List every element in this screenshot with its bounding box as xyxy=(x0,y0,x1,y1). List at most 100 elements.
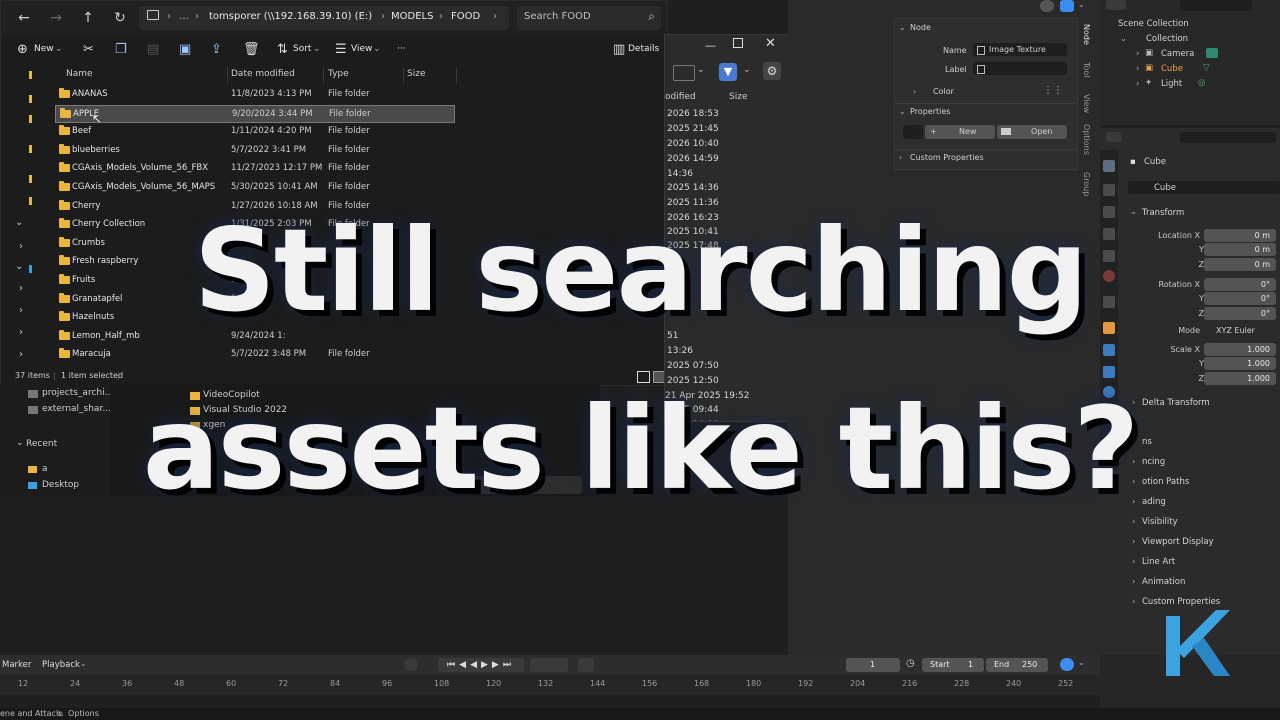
custom-properties-header[interactable]: Custom Properties xyxy=(910,153,984,162)
breadcrumb-food[interactable]: FOOD xyxy=(451,11,480,22)
chevron-right-icon[interactable]: › xyxy=(1132,557,1135,567)
column-divider[interactable] xyxy=(323,67,324,83)
view-button[interactable]: View xyxy=(351,44,372,54)
back-arrow-icon[interactable]: ← xyxy=(13,7,35,29)
up-arrow-icon[interactable]: ↑ xyxy=(77,7,99,29)
tab-node[interactable]: Node xyxy=(1082,24,1091,45)
properties-header[interactable]: Properties xyxy=(910,107,950,116)
minimize-icon[interactable]: — xyxy=(705,39,716,52)
color-subpanel[interactable]: Color xyxy=(933,87,954,96)
chevron-right-icon[interactable]: › xyxy=(19,349,23,360)
chevron-down-icon[interactable]: ⌄ xyxy=(1120,34,1127,44)
chevron-right-icon[interactable]: › xyxy=(1136,64,1139,74)
column-divider[interactable] xyxy=(456,67,457,83)
outliner-item-light[interactable]: Light xyxy=(1161,79,1182,89)
breadcrumb-models[interactable]: MODELS xyxy=(391,11,433,22)
shading-icon[interactable] xyxy=(1060,0,1074,12)
outliner-item-cube[interactable]: Cube xyxy=(1161,64,1183,74)
copy-icon[interactable]: ❐ xyxy=(115,42,127,57)
chevron-down-icon[interactable]: ⌄ xyxy=(899,107,906,116)
chevron-down-icon[interactable]: ⌄ xyxy=(899,23,906,32)
overlay-toggle-icon[interactable] xyxy=(1040,0,1054,12)
end-frame-field[interactable]: End 250 xyxy=(986,658,1048,672)
node-label-field[interactable] xyxy=(973,62,1067,75)
playback-menu[interactable]: Playback xyxy=(42,660,80,670)
chevron-right-icon[interactable]: › xyxy=(913,87,916,96)
filter-icon[interactable]: ▼ xyxy=(719,63,737,81)
outliner-search-input[interactable] xyxy=(1180,0,1252,11)
forward-arrow-icon[interactable]: → xyxy=(45,7,67,29)
timeline-ruler[interactable]: 12 24 36 48 60 72 84 96 108 120 132 144 156 168 180 192… xyxy=(0,675,1100,695)
properties-search-input[interactable] xyxy=(1180,132,1276,143)
cut-icon[interactable]: ✂ xyxy=(83,42,94,57)
node-section-header[interactable]: Node xyxy=(910,23,931,32)
sort-button[interactable]: Sort xyxy=(293,44,311,54)
size-column[interactable]: Size xyxy=(729,92,747,102)
trash-icon[interactable]: 🗑 xyxy=(243,42,260,57)
scale-y-field[interactable]: 1.000 xyxy=(1204,357,1276,370)
paste-icon[interactable]: ▤ xyxy=(147,42,159,57)
file-row[interactable]: Beef 1/11/2024 4:20 PM File folder xyxy=(55,123,455,141)
chevron-right-icon[interactable]: › xyxy=(1132,577,1135,587)
scale-x-field[interactable]: 1.000 xyxy=(1204,343,1276,356)
image-browse-button[interactable] xyxy=(903,125,923,139)
panel-header[interactable]: Viewport Display xyxy=(1142,537,1214,547)
node-name-field[interactable]: Image Texture xyxy=(973,43,1067,56)
tool-tab-icon[interactable] xyxy=(1103,160,1115,172)
editor-type-icon[interactable] xyxy=(1106,0,1126,10)
chevron-right-icon[interactable]: › xyxy=(899,153,902,162)
camera-data-icon[interactable] xyxy=(1206,48,1218,58)
clock-icon[interactable]: ◷ xyxy=(906,658,915,669)
nav-folder-icon[interactable] xyxy=(29,95,32,103)
file-row[interactable]: CGAxis_Models_Volume_56_FBX 11/27/2023 12… xyxy=(55,160,455,178)
chevron-down-icon[interactable]: ⌄ xyxy=(80,659,87,668)
details-button[interactable]: Details xyxy=(628,44,659,54)
object-name-field[interactable]: Cube xyxy=(1128,181,1280,194)
editor-type-icon[interactable] xyxy=(1106,132,1122,142)
column-date[interactable]: Date modified xyxy=(231,69,295,79)
column-size[interactable]: Size xyxy=(407,69,425,79)
nav-folder-icon[interactable] xyxy=(29,115,32,123)
nav-folder-icon[interactable] xyxy=(29,71,32,79)
search-input[interactable]: Search FOOD ⌕ xyxy=(517,6,661,30)
panel-header[interactable]: Visibility xyxy=(1142,517,1178,527)
column-name[interactable]: Name xyxy=(66,69,93,79)
timeline-body[interactable] xyxy=(0,695,1100,708)
tab-view[interactable]: View xyxy=(1082,94,1091,113)
panel-header[interactable]: Line Art xyxy=(1142,557,1175,567)
new-button[interactable]: New xyxy=(34,44,54,54)
file-row[interactable]: CGAxis_Models_Volume_56_MAPS 5/30/2025 10… xyxy=(55,179,455,197)
render-tab-icon[interactable] xyxy=(1103,184,1115,196)
share-icon[interactable]: ⇪ xyxy=(211,42,222,57)
more-options-button[interactable]: ··· xyxy=(397,44,406,54)
gear-icon[interactable]: ⚙ xyxy=(763,62,781,80)
close-icon[interactable]: ✕ xyxy=(765,36,776,51)
column-divider[interactable] xyxy=(403,67,404,83)
file-row[interactable]: blueberries 5/7/2022 3:41 PM File folder xyxy=(55,142,455,160)
current-frame-field[interactable]: 1 xyxy=(846,658,900,672)
view-icon[interactable] xyxy=(1060,658,1074,671)
mesh-data-icon[interactable]: ▽ xyxy=(1203,63,1210,73)
nav-folder-icon[interactable] xyxy=(29,175,32,183)
grid-view-icon[interactable] xyxy=(673,65,695,81)
chevron-down-icon[interactable]: ⌄ xyxy=(1078,0,1085,9)
chevron-down-icon[interactable]: ⌄ xyxy=(743,65,751,75)
auto-key-icon[interactable] xyxy=(578,658,594,672)
new-image-button[interactable]: + New xyxy=(925,125,995,139)
file-row[interactable]: APPLE 9/20/2024 3:44 PM File folder xyxy=(55,104,455,123)
tab-tool[interactable]: Tool xyxy=(1082,62,1091,78)
panel-header[interactable]: Animation xyxy=(1142,577,1185,587)
scene-collection-item[interactable]: Scene Collection xyxy=(1118,19,1189,29)
maximize-icon[interactable] xyxy=(733,38,743,48)
playback-controls[interactable]: ⏮◀◀▶▶⏭ xyxy=(438,658,524,672)
light-data-icon[interactable]: ◎ xyxy=(1198,78,1205,88)
file-row[interactable]: ANANAS 11/8/2023 4:13 PM File folder xyxy=(55,86,455,104)
outliner-item-camera[interactable]: Camera xyxy=(1161,49,1194,59)
nav-folder-icon[interactable] xyxy=(29,145,32,153)
chevron-right-icon[interactable]: › xyxy=(1132,517,1135,527)
start-frame-field[interactable]: Start 1 xyxy=(922,658,984,672)
chevron-right-icon[interactable]: › xyxy=(1132,597,1135,607)
column-divider[interactable] xyxy=(227,67,228,83)
collection-item[interactable]: Collection xyxy=(1146,34,1188,44)
marker-menu[interactable]: Marker xyxy=(2,660,31,670)
